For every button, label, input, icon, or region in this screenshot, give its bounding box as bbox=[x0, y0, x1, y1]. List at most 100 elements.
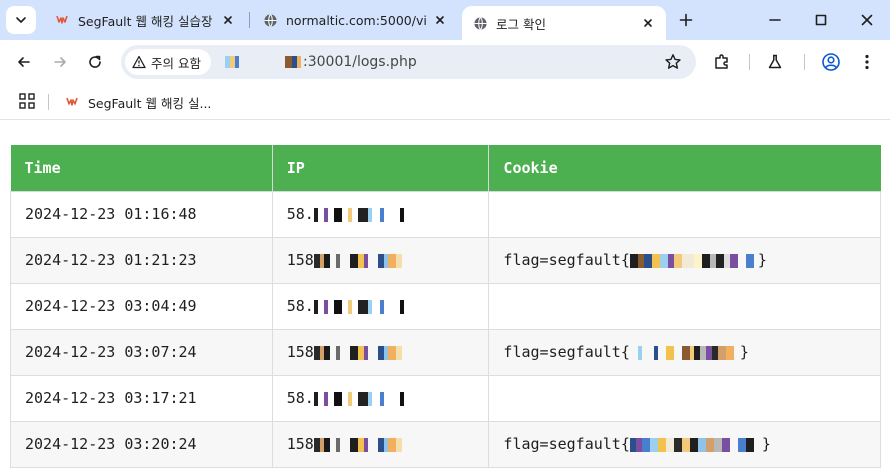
account-icon bbox=[822, 53, 840, 71]
redacted-flag bbox=[629, 253, 758, 268]
cookie-suffix: } bbox=[761, 435, 771, 453]
cell-time: 2024-12-23 03:20:24 bbox=[10, 420, 273, 468]
cell-cookie: flag=segfault{} bbox=[488, 236, 881, 284]
cell-time: 2024-12-23 03:17:21 bbox=[10, 374, 273, 422]
segfault-logo-icon bbox=[54, 12, 70, 28]
cell-cookie: flag=segfault{} bbox=[488, 328, 881, 376]
chevron-down-icon bbox=[16, 17, 26, 23]
bookmarks-divider bbox=[48, 94, 49, 110]
tab-search-button[interactable] bbox=[6, 6, 36, 34]
bookmark-label: SegFault 웹 해킹 실... bbox=[88, 95, 212, 111]
profile-button[interactable] bbox=[817, 48, 845, 76]
toolbar-divider bbox=[749, 54, 750, 70]
address-bar[interactable]: 주의 요함 :30001/logs.php bbox=[121, 45, 696, 79]
redacted-ip bbox=[313, 299, 408, 314]
menu-button[interactable] bbox=[853, 48, 881, 76]
cookie-suffix: } bbox=[739, 343, 749, 361]
table-row: 2024-12-23 03:17:21 58. bbox=[10, 374, 881, 422]
apps-grid-icon[interactable] bbox=[18, 92, 36, 110]
redacted-ip bbox=[313, 253, 414, 268]
back-button[interactable] bbox=[10, 48, 38, 76]
globe-icon bbox=[262, 12, 278, 28]
cookie-suffix: } bbox=[757, 251, 767, 269]
maximize-button[interactable] bbox=[809, 8, 833, 32]
forward-button[interactable] bbox=[46, 48, 74, 76]
plus-icon bbox=[679, 13, 693, 27]
cell-cookie bbox=[488, 374, 881, 422]
cell-ip: 158 bbox=[271, 328, 490, 376]
tab-strip: SegFault 웹 해킹 실습장 normaltic.com:5000/vis… bbox=[0, 0, 890, 40]
redacted-ip bbox=[313, 345, 414, 360]
minimize-icon bbox=[769, 19, 781, 21]
logs-table: Time IP Cookie 2024-12-23 01:16:48 58. 2… bbox=[10, 145, 881, 468]
close-icon[interactable] bbox=[640, 15, 656, 31]
labs-button[interactable] bbox=[761, 48, 789, 76]
redacted-flag bbox=[629, 437, 762, 452]
cookie-prefix: flag=segfault{ bbox=[503, 251, 630, 269]
redacted-ip bbox=[313, 437, 414, 452]
arrow-right-icon bbox=[54, 57, 66, 67]
cell-cookie bbox=[488, 282, 881, 330]
cookie-prefix: flag=segfault{ bbox=[503, 343, 630, 361]
url-text: :30001/logs.php bbox=[225, 54, 417, 70]
cell-time: 2024-12-23 03:07:24 bbox=[10, 328, 273, 376]
ip-prefix: 158 bbox=[286, 435, 314, 453]
security-chip[interactable]: 주의 요함 bbox=[125, 49, 211, 75]
star-icon bbox=[665, 54, 681, 69]
column-header-cookie: Cookie bbox=[488, 145, 881, 192]
tab-logs[interactable]: 로그 확인 bbox=[462, 6, 666, 40]
maximize-icon bbox=[815, 14, 827, 26]
bookmark-segfault[interactable]: SegFault 웹 해킹 실... bbox=[64, 89, 211, 115]
table-row: 2024-12-23 03:20:24 158 flag=segfault{} bbox=[10, 420, 881, 468]
reload-button[interactable] bbox=[81, 48, 109, 76]
minimize-button[interactable] bbox=[763, 8, 787, 32]
cell-ip: 58. bbox=[271, 282, 490, 330]
cell-ip: 158 bbox=[271, 420, 490, 468]
cookie-prefix: flag=segfault{ bbox=[503, 435, 630, 453]
redacted-ip bbox=[313, 391, 408, 406]
tab-visit[interactable]: normaltic.com:5000/visit_ bbox=[252, 6, 458, 34]
flask-icon bbox=[768, 54, 782, 69]
tab-title: normaltic.com:5000/visit_ bbox=[286, 12, 426, 28]
ip-prefix: 158 bbox=[286, 343, 314, 361]
security-chip-label: 주의 요함 bbox=[151, 55, 201, 71]
reload-icon bbox=[89, 55, 101, 68]
extensions-button[interactable] bbox=[708, 48, 736, 76]
bookmarks-bar: SegFault 웹 해킹 실... bbox=[0, 84, 890, 120]
arrow-left-icon bbox=[18, 57, 30, 67]
ip-prefix: 58. bbox=[286, 297, 314, 315]
cell-time: 2024-12-23 03:04:49 bbox=[10, 282, 273, 330]
ip-prefix: 158 bbox=[286, 251, 314, 269]
cell-cookie: flag=segfault{} bbox=[488, 420, 881, 468]
bookmark-star-button[interactable] bbox=[664, 53, 682, 71]
table-row: 2024-12-23 03:07:24 158 flag=segfault{} bbox=[10, 328, 881, 376]
browser-toolbar: 주의 요함 :30001/logs.php bbox=[0, 40, 890, 84]
ip-prefix: 58. bbox=[286, 389, 314, 407]
url-suffix: :30001/logs.php bbox=[303, 54, 417, 70]
redacted-host-block bbox=[225, 56, 239, 68]
close-icon bbox=[861, 14, 873, 26]
close-window-button[interactable] bbox=[855, 8, 879, 32]
tab-title: 로그 확인 bbox=[496, 16, 546, 32]
table-row: 2024-12-23 01:16:48 58. bbox=[10, 190, 881, 238]
tab-segfault[interactable]: SegFault 웹 해킹 실습장 bbox=[44, 6, 246, 34]
globe-icon bbox=[472, 15, 488, 31]
more-vertical-icon bbox=[865, 54, 869, 70]
segfault-logo-icon bbox=[64, 94, 80, 110]
page-content: Time IP Cookie 2024-12-23 01:16:48 58. 2… bbox=[0, 121, 890, 474]
cell-time: 2024-12-23 01:16:48 bbox=[10, 190, 273, 238]
close-icon[interactable] bbox=[220, 12, 236, 28]
table-row: 2024-12-23 03:04:49 58. bbox=[10, 282, 881, 330]
warning-icon bbox=[131, 54, 147, 70]
redacted-flag bbox=[629, 345, 740, 360]
column-header-time: Time bbox=[10, 145, 273, 192]
cell-ip: 58. bbox=[271, 190, 490, 238]
column-header-ip: IP bbox=[271, 145, 490, 192]
new-tab-button[interactable] bbox=[674, 8, 698, 32]
table-row: 2024-12-23 01:21:23 158 flag=segfault{} bbox=[10, 236, 881, 284]
puzzle-icon bbox=[715, 54, 728, 69]
redacted-host-block bbox=[285, 56, 301, 68]
close-icon[interactable] bbox=[432, 12, 448, 28]
redacted-ip bbox=[313, 207, 408, 222]
tab-divider bbox=[249, 12, 250, 28]
